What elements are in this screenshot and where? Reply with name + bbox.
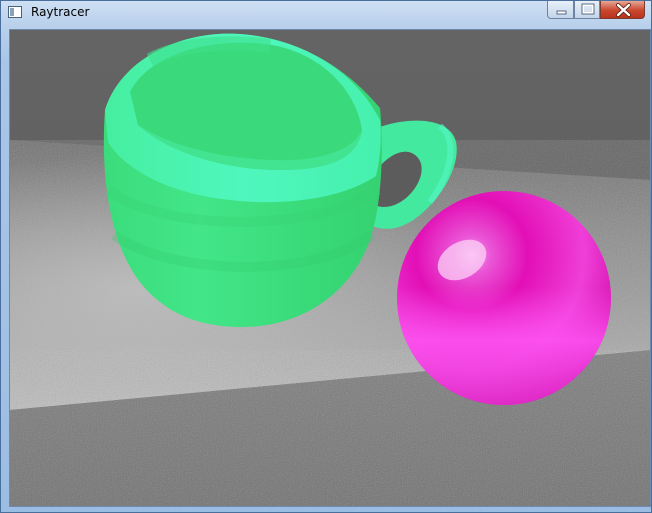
render-viewport — [9, 29, 651, 507]
title-bar[interactable]: Raytracer — [1, 1, 651, 25]
close-icon — [616, 3, 631, 17]
minimize-icon — [556, 10, 567, 15]
raytraced-scene — [10, 30, 650, 506]
sphere-reflection — [397, 191, 611, 405]
minimize-button[interactable] — [547, 1, 574, 19]
window-title: Raytracer — [31, 5, 90, 19]
maximize-icon — [581, 3, 595, 15]
close-button[interactable] — [600, 1, 645, 19]
maximize-button[interactable] — [574, 1, 600, 19]
app-window: Raytracer — [0, 0, 652, 513]
application-icon[interactable] — [8, 6, 22, 18]
